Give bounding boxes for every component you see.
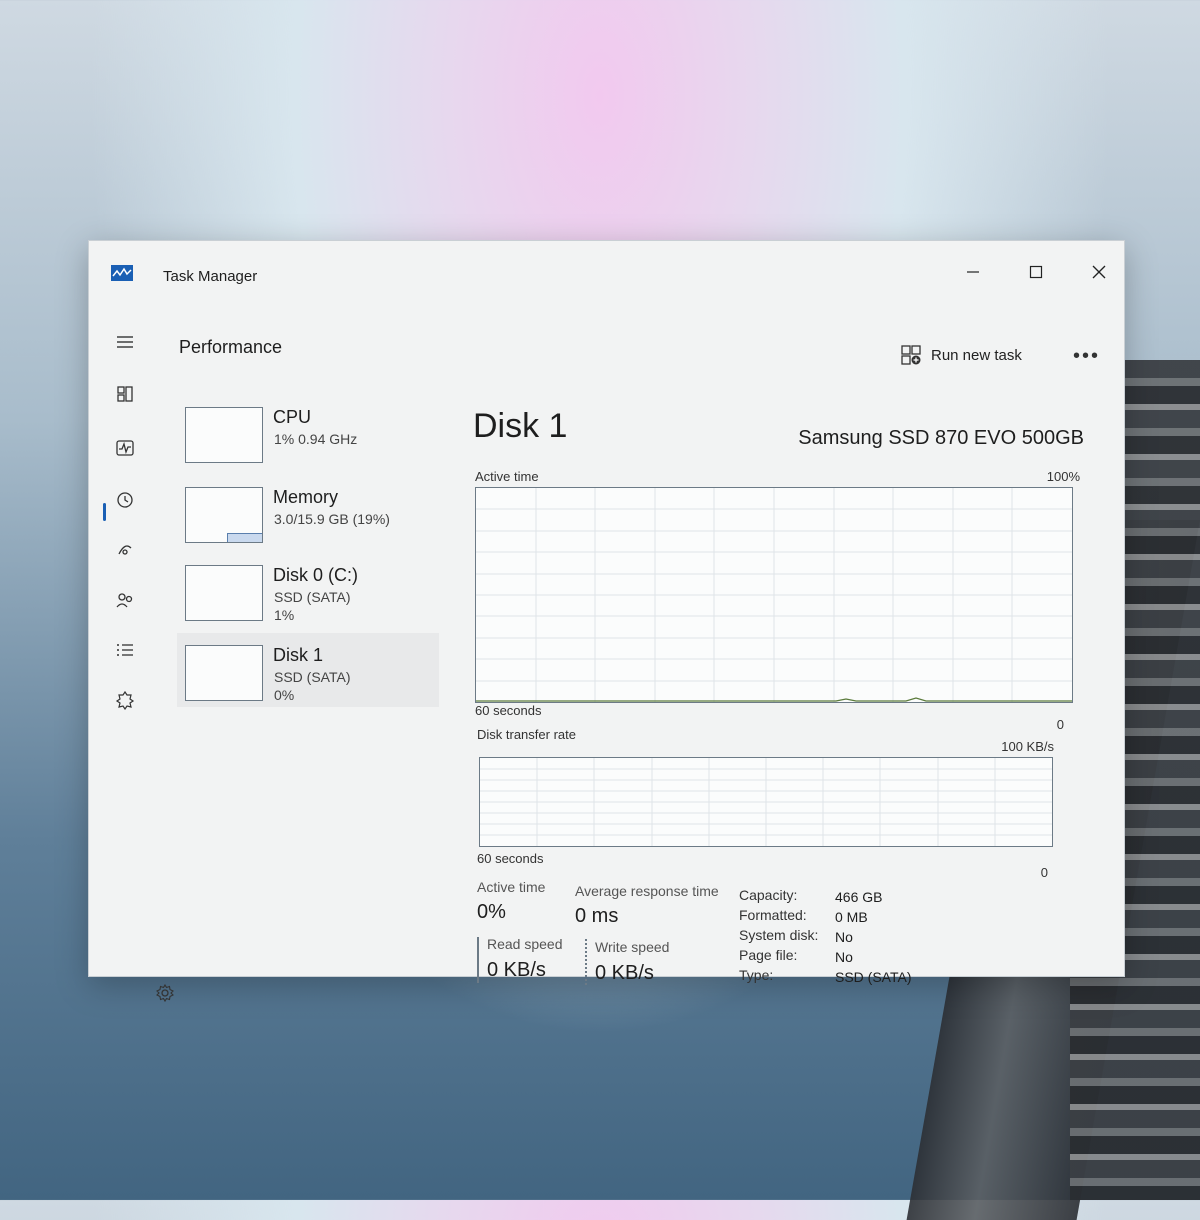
device-stats: 3.0/15.9 GB (19%) (274, 511, 390, 527)
device-thumbnail-graph (185, 565, 263, 621)
nav-details[interactable] (107, 635, 143, 665)
property-key: System disk: (739, 927, 819, 943)
write-speed-label: Write speed (595, 939, 670, 955)
device-name: Disk 0 (C:) (273, 565, 358, 585)
active-time-graph-duration: 60 seconds (475, 703, 542, 718)
disk-title: Disk 1 (473, 407, 568, 445)
read-speed-value: 0 KB/s (487, 959, 546, 981)
window-title: Task Manager (163, 268, 258, 285)
memory-usage-fill (227, 533, 262, 542)
transfer-graph-max: 100 KB/s (1001, 739, 1054, 754)
close-button[interactable] (1077, 257, 1121, 287)
processes-icon (117, 386, 133, 402)
device-item-disk0[interactable]: Disk 0 (C:) SSD (SATA) 1% (177, 553, 439, 627)
device-thumbnail-graph (185, 487, 263, 543)
active-time-graph-max: 100% (1046, 469, 1080, 484)
transfer-graph-min: 0 (1040, 865, 1048, 880)
active-time-graph-min: 0 (1056, 717, 1064, 732)
close-icon (1092, 265, 1106, 279)
device-type: SSD (SATA) (274, 589, 351, 605)
device-name: Disk 1 (273, 645, 324, 665)
users-icon (116, 593, 133, 608)
run-new-task-button[interactable]: Run new task (901, 345, 1022, 365)
disk-detail-panel: Disk 1 Samsung SSD 870 EVO 500GB Active … (469, 381, 1124, 985)
property-value: 466 GB (835, 889, 883, 905)
run-new-task-icon (901, 345, 921, 365)
page-title: Performance (179, 337, 283, 357)
active-time-stat-value: 0% (477, 901, 506, 923)
property-value: 0 MB (835, 909, 868, 925)
device-usage: 0% (274, 687, 295, 703)
property-value: No (835, 929, 853, 945)
navigation-rail (89, 305, 177, 1003)
transfer-graph-label: Disk transfer rate (477, 727, 576, 742)
property-key: Capacity: (739, 887, 798, 903)
performance-icon (116, 440, 134, 456)
device-name: Memory (273, 487, 339, 507)
device-item-cpu[interactable]: CPU 1% 0.94 GHz (177, 395, 439, 469)
nav-services[interactable] (107, 685, 143, 715)
disk-model: Samsung SSD 870 EVO 500GB (798, 427, 1084, 449)
response-time-value: 0 ms (575, 905, 619, 927)
active-time-graph (475, 487, 1073, 703)
title-bar: Task Manager (89, 241, 1124, 305)
device-item-memory[interactable]: Memory 3.0/15.9 GB (19%) (177, 475, 439, 549)
details-icon (117, 644, 133, 656)
nav-processes[interactable] (107, 379, 143, 409)
property-key: Page file: (739, 947, 798, 963)
hamburger-menu-icon (117, 336, 133, 348)
task-manager-window: Task Manager Performance Run new task ••… (88, 240, 1125, 1003)
maximize-icon (1029, 265, 1043, 279)
transfer-graph-duration: 60 seconds (477, 851, 544, 866)
device-thumbnail-graph (185, 645, 263, 701)
hamburger-menu-button[interactable] (107, 327, 143, 357)
minimize-icon (967, 271, 979, 273)
run-new-task-label: Run new task (931, 346, 1022, 364)
device-item-disk1[interactable]: Disk 1 SSD (SATA) 0% (177, 633, 439, 707)
app-history-icon (117, 492, 133, 508)
maximize-button[interactable] (1014, 257, 1058, 287)
property-value: SSD (SATA) (835, 969, 912, 985)
read-speed-indicator (477, 937, 479, 983)
property-key: Type: (739, 967, 774, 983)
nav-app-history[interactable] (107, 485, 143, 515)
startup-apps-icon (118, 545, 132, 555)
device-thumbnail-graph (185, 407, 263, 463)
nav-users[interactable] (107, 585, 143, 615)
response-time-label: Average response time (575, 883, 719, 899)
nav-startup-apps[interactable] (107, 535, 143, 565)
settings-gear-icon[interactable] (155, 983, 175, 1003)
write-speed-indicator (585, 939, 587, 985)
active-time-gridlines (476, 488, 1072, 702)
read-speed-label: Read speed (487, 936, 563, 952)
device-type: SSD (SATA) (274, 669, 351, 685)
write-speed-value: 0 KB/s (595, 962, 654, 984)
services-icon (115, 690, 135, 710)
task-manager-logo-icon (111, 265, 133, 281)
nav-performance[interactable] (107, 433, 143, 463)
active-nav-indicator (103, 503, 106, 521)
active-time-stat-label: Active time (477, 879, 546, 895)
transfer-rate-gridlines (480, 758, 1052, 846)
device-name: CPU (273, 407, 312, 427)
more-options-button[interactable]: ••• (1073, 345, 1100, 368)
property-key: Formatted: (739, 907, 807, 923)
device-list: CPU 1% 0.94 GHz Memory 3.0/15.9 GB (19%)… (177, 381, 439, 976)
active-time-graph-label: Active time (475, 469, 539, 484)
property-value: No (835, 949, 853, 965)
device-usage: 1% (274, 607, 295, 623)
minimize-button[interactable] (951, 257, 995, 287)
transfer-rate-graph (479, 757, 1053, 847)
device-stats: 1% 0.94 GHz (274, 431, 358, 447)
